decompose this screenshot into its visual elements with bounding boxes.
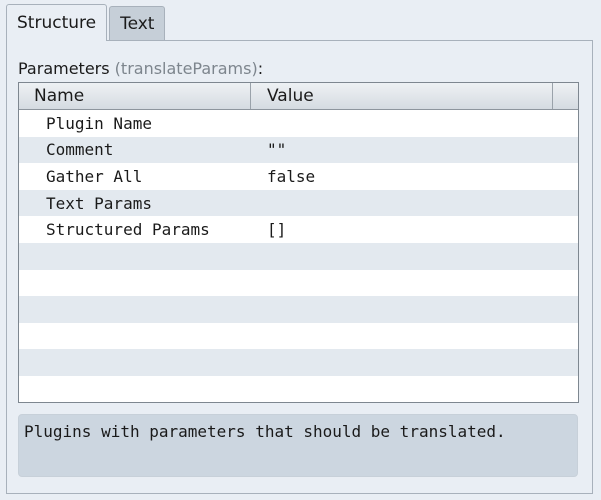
row-value: false [267, 166, 316, 186]
column-header-name-label: Name [34, 86, 85, 106]
table-row-empty [19, 242, 578, 270]
table-row-empty [19, 269, 578, 297]
tab-bar: Structure Text [6, 4, 166, 41]
column-header-filler [553, 83, 578, 109]
row-value: [] [267, 220, 287, 240]
parameters-heading: Parameters (translateParams): [18, 59, 263, 78]
parameters-label: Parameters [18, 59, 110, 78]
table-row[interactable]: Gather All false [19, 163, 578, 190]
table-row[interactable]: Plugin Name [19, 110, 578, 137]
table-body: Plugin Name Comment "" Gather All false … [19, 110, 578, 402]
column-header-value-label: Value [267, 86, 314, 106]
row-name: Comment [46, 140, 114, 160]
description-box: Plugins with parameters that should be t… [18, 414, 578, 477]
description-text: Plugins with parameters that should be t… [24, 422, 506, 441]
row-name: Gather All [46, 166, 143, 186]
parameters-param-name: (translateParams) [114, 59, 258, 78]
parameters-table[interactable]: Name Value Plugin Name Comment "" Gather… [18, 82, 579, 403]
table-row-empty [19, 349, 578, 376]
row-name: Structured Params [46, 220, 210, 240]
table-row-empty [19, 322, 578, 350]
row-name: Text Params [46, 193, 152, 213]
column-header-name[interactable]: Name [19, 83, 251, 109]
table-row-empty [19, 375, 578, 402]
table-row-empty [19, 296, 578, 323]
table-row[interactable]: Comment "" [19, 136, 578, 164]
table-row[interactable]: Structured Params [] [19, 216, 578, 243]
row-value: "" [267, 140, 287, 160]
tab-text[interactable]: Text [109, 6, 166, 40]
table-header: Name Value [19, 83, 578, 110]
structure-panel: Parameters (translateParams): Name Value… [6, 40, 593, 494]
tab-text-label: Text [120, 13, 155, 34]
row-name: Plugin Name [46, 113, 152, 133]
column-header-value[interactable]: Value [251, 83, 553, 109]
tab-structure[interactable]: Structure [6, 4, 108, 41]
table-row[interactable]: Text Params [19, 189, 578, 217]
parameters-suffix: : [257, 59, 264, 78]
tab-structure-label: Structure [17, 13, 97, 33]
